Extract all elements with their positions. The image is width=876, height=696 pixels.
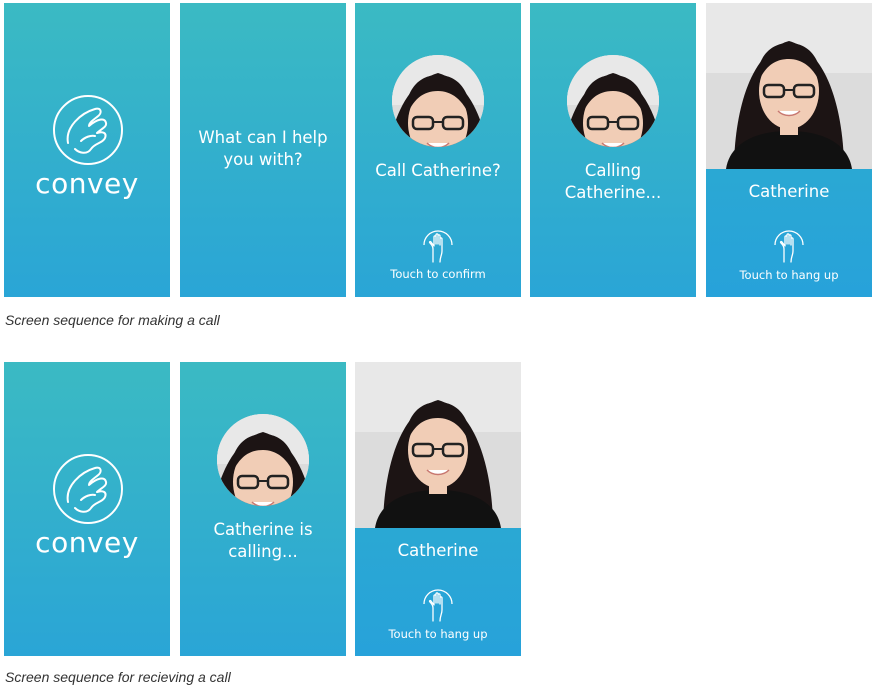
- logo-text: convey: [35, 526, 139, 559]
- contact-photo: [355, 362, 521, 528]
- logo-screen: convey: [4, 3, 170, 297]
- incoming-call-screen: Catherine is calling...: [180, 362, 346, 656]
- touch-to-confirm-label[interactable]: Touch to confirm: [355, 267, 521, 281]
- caption-receiving-call: Screen sequence for recieving a call: [5, 669, 231, 685]
- confirm-call-screen[interactable]: Call Catherine? Touch to confirm: [355, 3, 521, 297]
- logo-text: convey: [35, 167, 139, 200]
- hand-in-circle-icon: [51, 452, 125, 526]
- touch-to-hang-up-label[interactable]: Touch to hang up: [706, 268, 872, 282]
- caption-making-call: Screen sequence for making a call: [5, 312, 220, 328]
- contact-photo: [706, 3, 872, 169]
- logo-screen: convey: [4, 362, 170, 656]
- prompt-text: Call Catherine?: [375, 161, 501, 180]
- prompt-screen: What can I help you with?: [180, 3, 346, 297]
- contact-avatar: [567, 55, 659, 147]
- contact-name: Catherine: [748, 182, 830, 201]
- in-call-screen[interactable]: Catherine Touch to hang up: [706, 3, 872, 297]
- prompt-text: What can I help you with?: [198, 128, 328, 169]
- in-call-screen[interactable]: Catherine Touch to hang up: [355, 362, 521, 656]
- touch-to-hang-up-label[interactable]: Touch to hang up: [355, 627, 521, 641]
- raised-hand-icon[interactable]: [772, 229, 806, 263]
- prompt-text: Catherine is calling...: [213, 520, 313, 561]
- calling-screen: Calling Catherine...: [530, 3, 696, 297]
- contact-name: Catherine: [397, 541, 479, 560]
- contact-avatar: [217, 414, 309, 506]
- raised-hand-icon[interactable]: [421, 229, 455, 263]
- contact-avatar: [392, 55, 484, 147]
- prompt-text: Calling Catherine...: [564, 161, 662, 202]
- hand-in-circle-icon: [51, 93, 125, 167]
- raised-hand-icon[interactable]: [421, 588, 455, 622]
